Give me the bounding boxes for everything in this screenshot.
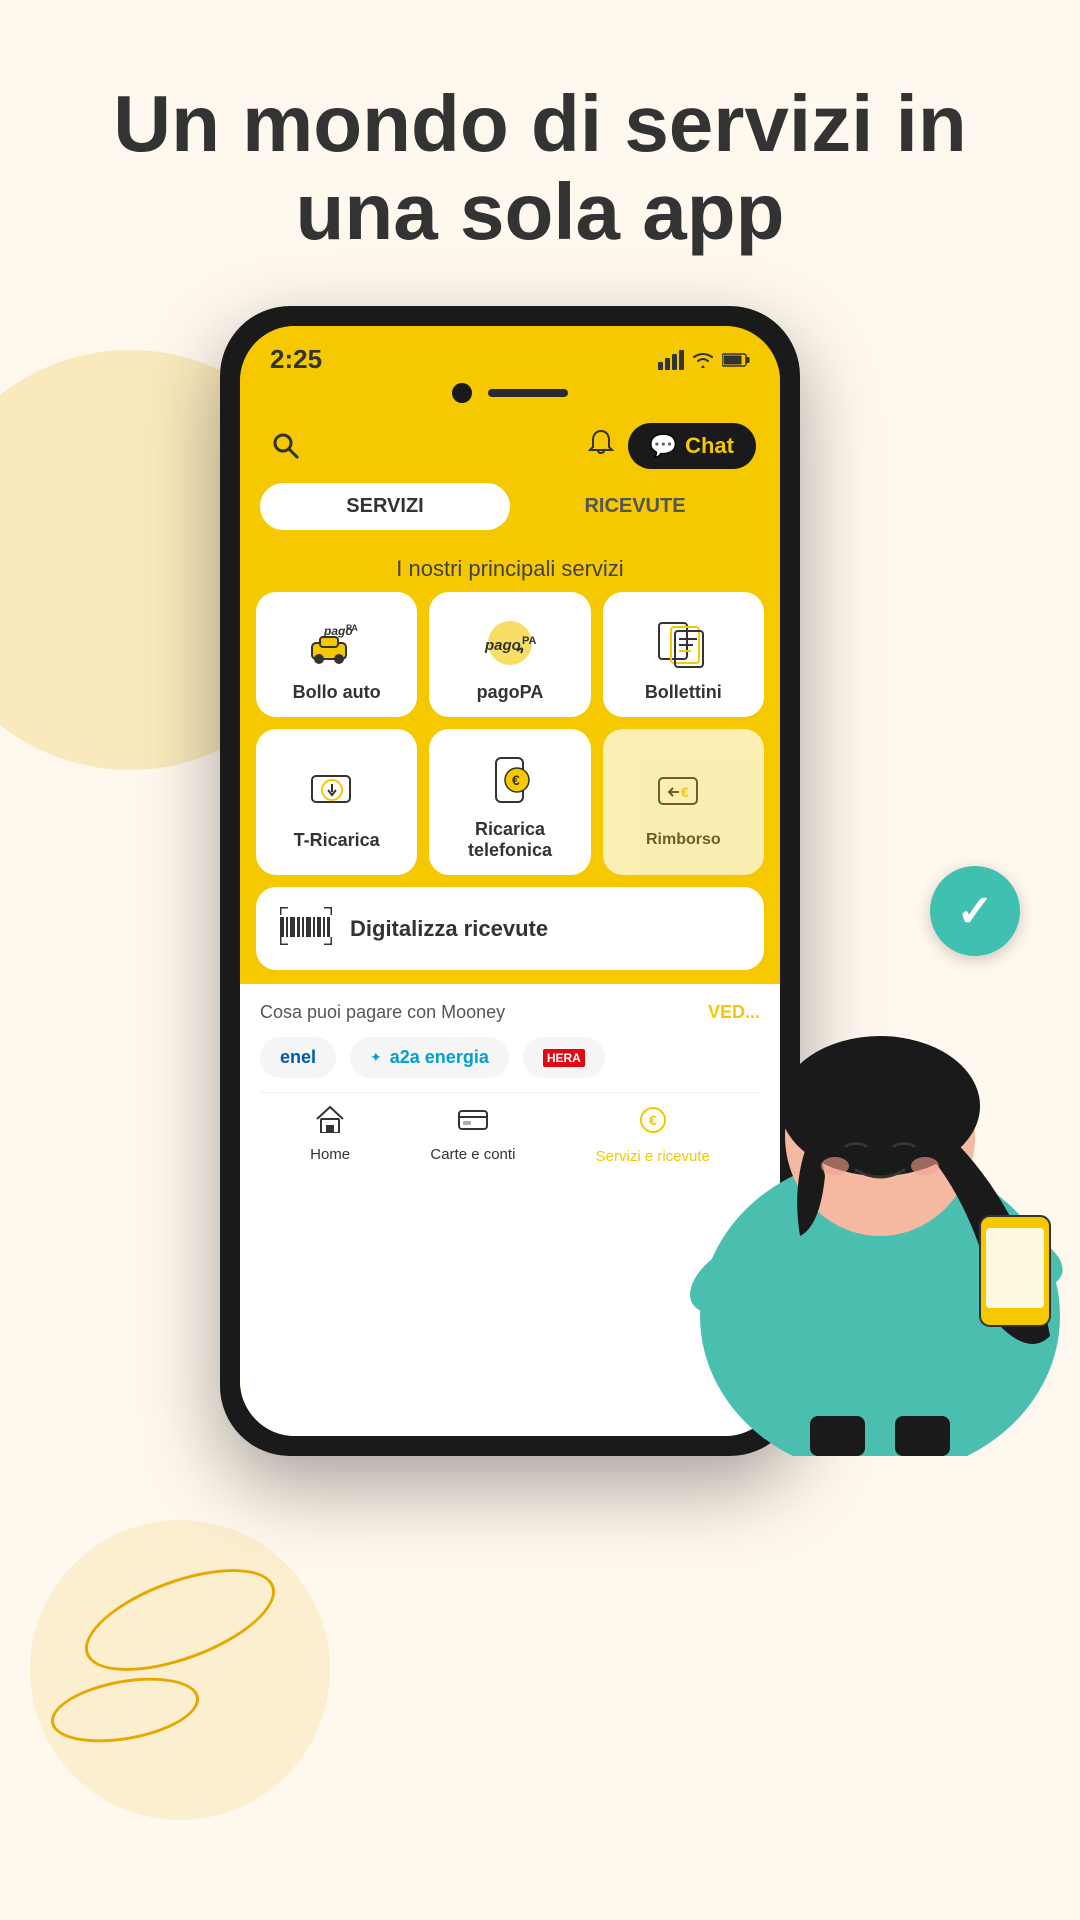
phone-time: 2:25 bbox=[270, 344, 322, 375]
nav-carte[interactable]: Carte e conti bbox=[430, 1105, 515, 1166]
ricarica-tel-label: Ricarica telefonica bbox=[439, 819, 580, 861]
svg-text:pago: pago bbox=[484, 637, 521, 654]
section-title: I nostri principali servizi bbox=[240, 542, 780, 592]
chat-label: Chat bbox=[685, 433, 734, 459]
search-icon bbox=[271, 431, 301, 461]
partner-a2a[interactable]: ✦ a2a energia bbox=[350, 1037, 509, 1078]
partner-enel[interactable]: enel bbox=[260, 1037, 336, 1078]
service-card-t-ricarica[interactable]: T-Ricarica bbox=[256, 729, 417, 875]
tab-servizi[interactable]: SERVIZI bbox=[260, 483, 510, 530]
hera-logo: HERA bbox=[543, 1049, 585, 1067]
cards-icon bbox=[457, 1105, 489, 1140]
pagopa-icon: pago PA bbox=[475, 612, 545, 672]
pagare-title: Cosa puoi pagare con Mooney bbox=[260, 1002, 505, 1023]
nav-home[interactable]: Home bbox=[310, 1105, 350, 1166]
bollettini-label: Bollettini bbox=[645, 682, 722, 703]
camera-bar bbox=[240, 383, 780, 413]
top-bar-right: 💬 Chat bbox=[588, 423, 756, 469]
camera-hole bbox=[452, 383, 472, 403]
headline-text: Un mondo di servizi in una sola app bbox=[60, 80, 1020, 256]
service-card-bollettini[interactable]: Bollettini bbox=[603, 592, 764, 717]
wifi-icon bbox=[692, 351, 714, 369]
speaker bbox=[488, 389, 568, 397]
barcode-icon bbox=[280, 907, 332, 950]
partner-hera[interactable]: HERA bbox=[523, 1037, 605, 1078]
svg-text:€: € bbox=[512, 772, 520, 788]
rimborso-icon: € bbox=[648, 761, 718, 821]
pagopa-label: pagoPA bbox=[477, 682, 544, 703]
tab-ricevute[interactable]: RICEVUTE bbox=[510, 483, 760, 530]
services-grid: pago PA Bollo auto bbox=[240, 592, 780, 875]
bollettini-icon bbox=[648, 612, 718, 672]
t-ricarica-label: T-Ricarica bbox=[294, 830, 380, 851]
tab-bar: SERVIZI RICEVUTE bbox=[240, 483, 780, 542]
chat-button[interactable]: 💬 Chat bbox=[628, 423, 756, 469]
a2a-icon: ✦ bbox=[370, 1049, 382, 1066]
bell-icon[interactable] bbox=[588, 429, 614, 464]
phone-container: 2:25 bbox=[0, 306, 1080, 1456]
headline-section: Un mondo di servizi in una sola app bbox=[0, 0, 1080, 306]
enel-logo: enel bbox=[280, 1047, 316, 1068]
home-icon bbox=[315, 1105, 345, 1140]
bollo-auto-label: Bollo auto bbox=[293, 682, 381, 703]
app-top-bar: 💬 Chat bbox=[240, 413, 780, 483]
status-icons bbox=[658, 350, 750, 370]
digitalizza-label: Digitalizza ricevute bbox=[350, 916, 548, 942]
bg-decoration-circle-bottom bbox=[30, 1520, 330, 1820]
chat-bubble-icon: 💬 bbox=[650, 433, 677, 459]
signal-icon bbox=[658, 350, 684, 370]
battery-icon bbox=[722, 352, 750, 368]
check-bubble bbox=[930, 866, 1020, 956]
service-card-bollo-auto[interactable]: pago PA Bollo auto bbox=[256, 592, 417, 717]
bollo-auto-icon: pago PA bbox=[302, 612, 372, 672]
ricarica-tel-icon: € bbox=[475, 749, 545, 809]
search-button[interactable] bbox=[264, 424, 308, 468]
nav-home-label: Home bbox=[310, 1146, 350, 1164]
svg-text:€: € bbox=[681, 784, 689, 800]
svg-text:PA: PA bbox=[522, 635, 537, 647]
service-card-pagopa[interactable]: pago PA pagoPA bbox=[429, 592, 590, 717]
nav-carte-label: Carte e conti bbox=[430, 1146, 515, 1164]
svg-text:PA: PA bbox=[346, 623, 358, 633]
a2a-logo: a2a energia bbox=[390, 1047, 489, 1068]
status-bar: 2:25 bbox=[240, 326, 780, 383]
t-ricarica-icon bbox=[302, 760, 372, 820]
service-card-ricarica-tel[interactable]: € Ricarica telefonica bbox=[429, 729, 590, 875]
